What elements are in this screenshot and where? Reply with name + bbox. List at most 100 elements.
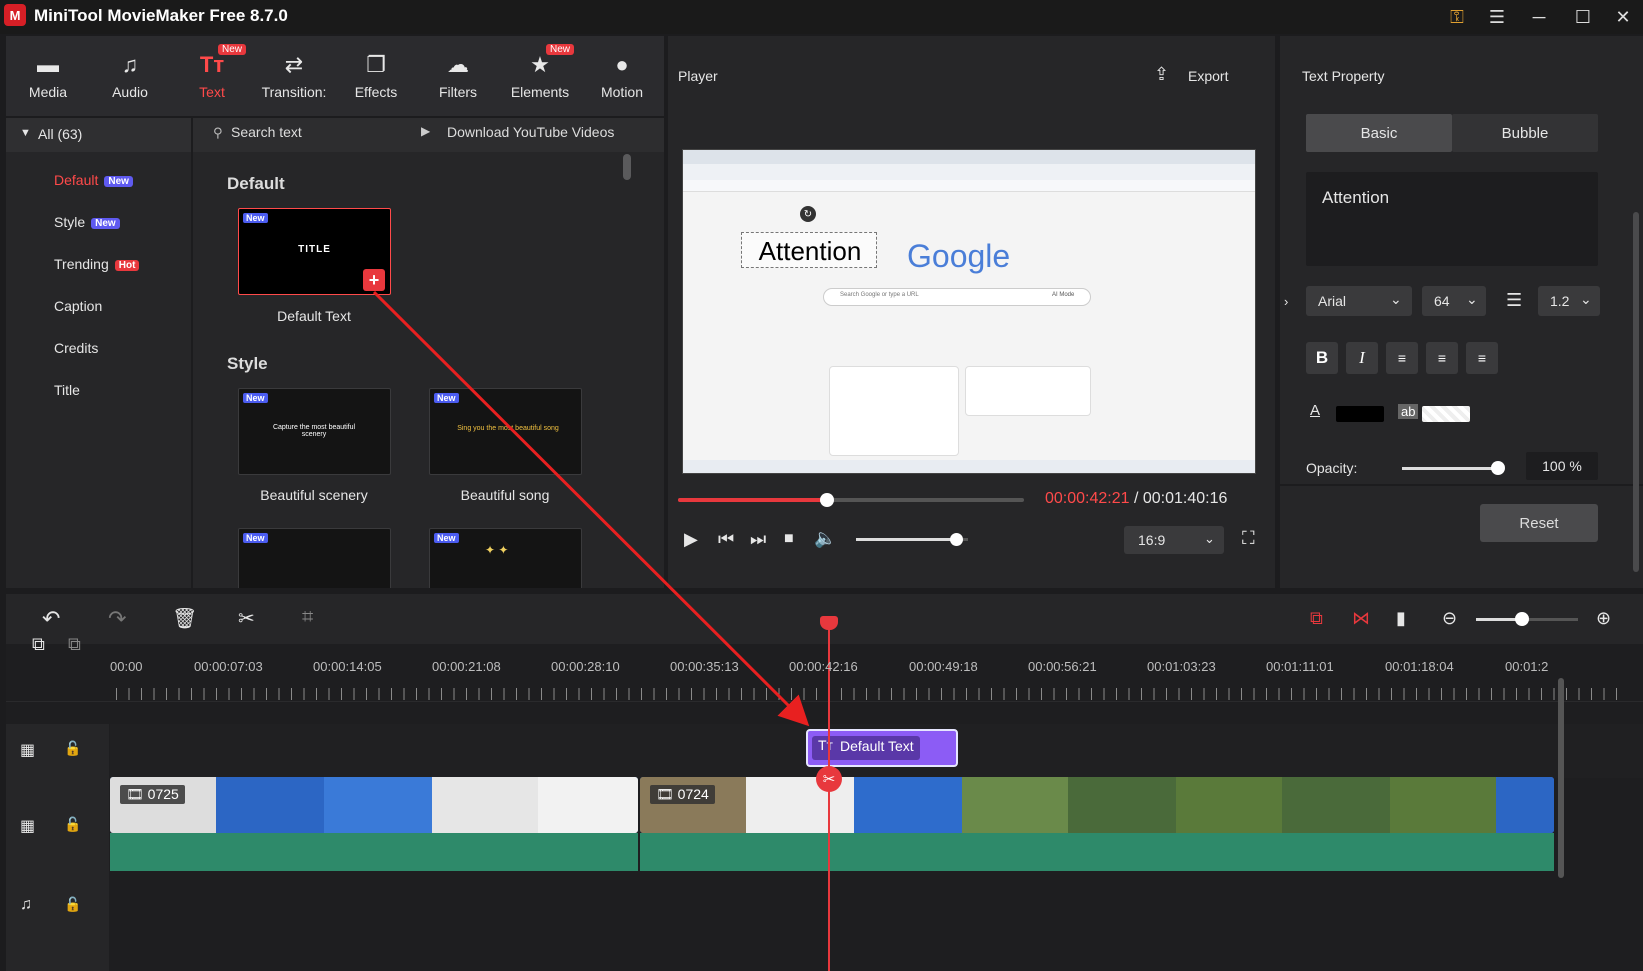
undo-icon[interactable]: ↶ — [42, 606, 60, 632]
zoom-knob[interactable] — [1514, 612, 1529, 626]
youtube-icon: ▶ — [421, 124, 431, 138]
category-trending[interactable]: Trending Hot — [54, 256, 140, 272]
category-caption[interactable]: Caption — [54, 298, 102, 314]
split-scissors-icon[interactable]: ✂ — [238, 606, 255, 631]
volume-icon[interactable]: 🔈 — [814, 528, 836, 549]
tick-label: 00:01:03:23 — [1147, 659, 1216, 674]
volume-slider[interactable] — [856, 533, 968, 546]
lock-icon[interactable]: 🔓 — [64, 896, 81, 913]
tab-motion[interactable]: ● Motion — [582, 36, 662, 116]
maximize-icon[interactable]: ☐ — [1568, 4, 1598, 30]
tick-label: 00:00:42:16 — [789, 659, 858, 674]
menu-icon[interactable]: ☰ — [1482, 4, 1512, 30]
playhead-handle[interactable] — [820, 616, 838, 630]
lock-icon[interactable]: 🔓 — [64, 740, 81, 757]
seek-bar[interactable] — [678, 493, 1024, 507]
lock-icon[interactable]: 🔓 — [64, 816, 81, 833]
video-clip[interactable]: 🎞 0725 — [110, 777, 638, 833]
default-text-thumbnail[interactable]: New TITLE + — [238, 208, 391, 295]
tab-media[interactable]: ▬ Media — [8, 36, 88, 116]
seek-knob[interactable] — [819, 493, 834, 507]
next-frame-icon[interactable]: ⏭ — [750, 529, 766, 550]
align-center-icon[interactable]: ≡ — [1426, 342, 1458, 374]
align-right-icon[interactable]: ≡ — [1466, 342, 1498, 374]
opacity-slider[interactable] — [1402, 461, 1505, 475]
clip-frame — [962, 777, 1068, 833]
aspect-ratio-select[interactable]: 16:9 ⌄ — [1124, 526, 1224, 554]
category-credits[interactable]: Credits — [54, 340, 98, 356]
expand-arrow-icon[interactable]: › — [1284, 294, 1288, 309]
tab-audio[interactable]: ♫ Audio — [90, 36, 170, 116]
redo-icon[interactable]: ↷ — [108, 606, 126, 632]
detach-icon[interactable]: ⋈ — [1352, 608, 1370, 629]
clip-frame — [1496, 777, 1554, 833]
style-thumbnail[interactable]: New — [238, 528, 391, 588]
opacity-knob[interactable] — [1491, 461, 1505, 475]
category-title[interactable]: Title — [54, 382, 80, 398]
text-color-swatch[interactable] — [1336, 406, 1384, 422]
align-left-icon[interactable]: ≡ — [1386, 342, 1418, 374]
split-mark-icon[interactable]: ⧉ — [1310, 608, 1323, 629]
font-size-select[interactable]: 64 ⌄ — [1422, 286, 1486, 316]
close-icon[interactable]: ✕ — [1608, 4, 1638, 30]
beautiful-scenery-thumbnail[interactable]: New Capture the most beautiful scenery — [238, 388, 391, 475]
bold-button[interactable]: B — [1306, 342, 1338, 374]
tick-label: 00:00:35:13 — [670, 659, 739, 674]
tick-label: 00:00:14:05 — [313, 659, 382, 674]
opacity-value[interactable]: 100 % — [1526, 452, 1598, 480]
category-default[interactable]: Default New — [54, 172, 133, 188]
stop-icon[interactable]: ■ — [784, 530, 794, 548]
category-all[interactable]: ▼ All (63) — [6, 118, 191, 152]
tab-text[interactable]: New Tт Text — [172, 36, 252, 116]
italic-button[interactable]: I — [1346, 342, 1378, 374]
video-preview[interactable]: Attention ↻ Google Search Google or type… — [682, 149, 1256, 474]
tab-effects[interactable]: ❐ Effects — [336, 36, 416, 116]
scissors-icon[interactable]: ✂ — [816, 766, 842, 792]
video-clip[interactable]: 🎞 0724 — [640, 777, 1554, 833]
style-thumbnail[interactable]: New ✦ ✦ — [429, 528, 582, 588]
default-text-label: Default Text — [277, 308, 351, 324]
background-color-swatch[interactable] — [1422, 406, 1470, 422]
browser-tabs — [683, 150, 1255, 164]
rotate-handle-icon[interactable]: ↻ — [800, 206, 816, 222]
zoom-out-icon[interactable]: ⊖ — [1442, 608, 1457, 629]
search-input[interactable]: Search text — [231, 124, 302, 140]
timeline-scrollbar[interactable] — [1558, 678, 1564, 878]
crop-icon[interactable]: ⌗ — [302, 606, 313, 629]
zoom-in-icon[interactable]: ⊕ — [1596, 608, 1611, 629]
tab-transition[interactable]: ⇄ Transition: — [254, 36, 334, 116]
scrollbar-thumb[interactable] — [1633, 212, 1639, 572]
category-style[interactable]: Style New — [54, 214, 120, 230]
play-icon[interactable]: ▶ — [684, 529, 698, 550]
previous-frame-icon[interactable]: ⏮ — [718, 529, 734, 550]
zoom-slider[interactable] — [1476, 612, 1578, 626]
tab-bubble[interactable]: Bubble — [1452, 114, 1598, 152]
beautiful-song-thumbnail[interactable]: New Sing you the most beautiful song — [429, 388, 582, 475]
tab-elements[interactable]: New ★ Elements — [500, 36, 580, 116]
remove-track-icon[interactable]: ⧉ — [68, 634, 81, 655]
font-family-select[interactable]: Arial ⌄ — [1306, 286, 1412, 316]
scrollbar-thumb[interactable] — [623, 154, 631, 180]
divider — [1280, 484, 1643, 486]
clip-frame — [216, 777, 324, 833]
key-icon[interactable]: ⚿ — [1442, 4, 1472, 30]
tick-label: 00:00:49:18 — [909, 659, 978, 674]
audio-waveform[interactable] — [110, 833, 638, 871]
fullscreen-icon[interactable]: ⛶ — [1242, 528, 1255, 549]
delete-icon[interactable]: 🗑 — [172, 606, 197, 631]
line-spacing-select[interactable]: 1.2 ⌄ — [1538, 286, 1600, 316]
audio-waveform[interactable] — [640, 833, 1554, 871]
text-overlay-box[interactable]: Attention — [741, 232, 877, 268]
export-button[interactable]: Export — [1188, 68, 1228, 84]
download-youtube-link[interactable]: Download YouTube Videos — [447, 124, 614, 140]
tab-filters[interactable]: ☁ Filters — [418, 36, 498, 116]
tab-basic[interactable]: Basic — [1306, 114, 1452, 152]
minimize-icon[interactable]: ─ — [1524, 4, 1554, 30]
add-to-timeline-plus-icon[interactable]: + — [363, 269, 385, 291]
add-track-icon[interactable]: ⧉ — [32, 634, 45, 655]
reset-button[interactable]: Reset — [1480, 504, 1598, 542]
chevron-down-icon: ⌄ — [1466, 291, 1478, 307]
text-content-input[interactable]: Attention — [1306, 172, 1598, 266]
fit-icon[interactable]: ▮ — [1396, 608, 1406, 629]
volume-knob[interactable] — [950, 533, 964, 546]
